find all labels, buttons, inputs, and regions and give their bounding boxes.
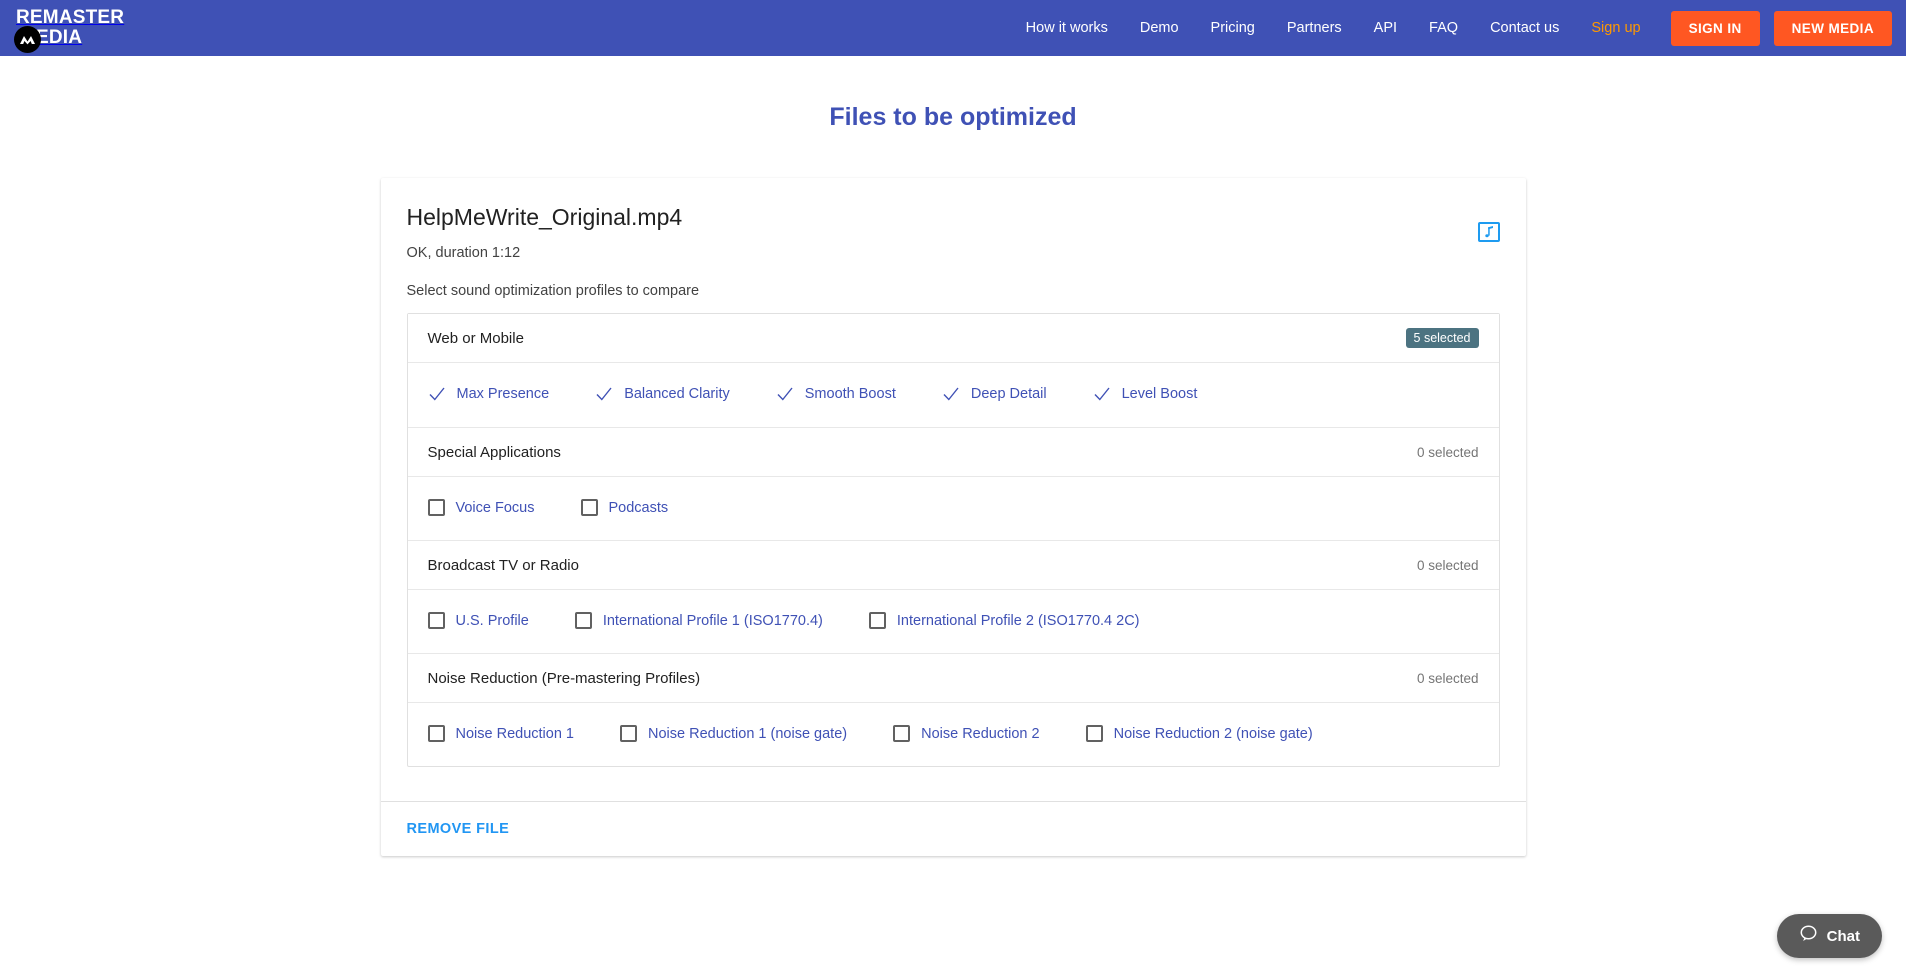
checkbox-icon [620,725,637,742]
option-max-presence[interactable]: Max Presence [428,385,550,403]
check-icon [777,387,793,401]
checkbox-icon [893,725,911,742]
option-label: Noise Reduction 2 (noise gate) [1113,725,1313,742]
option-voice-focus[interactable]: Voice Focus [427,499,535,516]
option-noise-reduction-1[interactable]: Noise Reduction 1 [427,725,575,742]
option-label: Max Presence [456,386,550,402]
file-card-footer: REMOVE FILE [380,801,1526,856]
option-deep-detail[interactable]: Deep Detail [942,385,1047,403]
sign-in-button[interactable]: SIGN IN [1670,10,1760,46]
group-title: Broadcast TV or Radio [427,556,579,574]
speech-bubble-icon [1799,924,1818,948]
group-options-noise-reduction: Noise Reduction 1 Noise Reduction 1 (noi… [407,702,1499,766]
option-noise-reduction-2-noise-gate[interactable]: Noise Reduction 2 (noise gate) [1085,725,1313,742]
nav-item-partners[interactable]: Partners [1271,20,1358,36]
file-status: OK, duration 1:12 [406,245,521,261]
option-international-profile-1[interactable]: International Profile 1 (ISO1770.4) [574,612,823,629]
option-label: Balanced Clarity [624,386,730,402]
nav-item-how-it-works[interactable]: How it works [1010,20,1124,36]
nav-item-demo[interactable]: Demo [1124,20,1195,36]
nav-item-api[interactable]: API [1358,20,1413,36]
group-options-special-applications: Voice Focus Podcasts [407,476,1499,541]
group-header-web-or-mobile[interactable]: Web or Mobile 5 selected [407,314,1499,362]
option-noise-reduction-2[interactable]: Noise Reduction 2 [893,725,1040,742]
checkbox-icon [580,499,598,516]
option-label: Noise Reduction 1 (noise gate) [648,725,848,742]
option-label: Noise Reduction 1 [455,725,575,742]
profile-groups-list: Web or Mobile 5 selected Max Presence Ba… [406,313,1500,767]
profiles-instruction: Select sound optimization profiles to co… [406,283,700,299]
option-label: Voice Focus [455,499,535,516]
option-label: Level Boost [1121,386,1198,402]
group-selected-count: 0 selected [1416,557,1479,573]
remove-file-button[interactable]: REMOVE FILE [407,821,510,837]
group-title: Noise Reduction (Pre-mastering Profiles) [427,669,701,687]
option-level-boost[interactable]: Level Boost [1093,385,1198,403]
option-international-profile-2[interactable]: International Profile 2 (ISO1770.4 2C) [868,612,1140,629]
option-label: U.S. Profile [455,612,529,629]
chat-widget-button[interactable]: Chat [1776,914,1882,958]
option-balanced-clarity[interactable]: Balanced Clarity [595,385,730,403]
group-options-broadcast-tv-or-radio: U.S. Profile International Profile 1 (IS… [407,589,1499,654]
option-podcasts[interactable]: Podcasts [580,499,669,516]
brand-logo-mark-icon [14,26,41,53]
option-label: International Profile 2 (ISO1770.4 2C) [896,612,1140,629]
group-header-broadcast-tv-or-radio[interactable]: Broadcast TV or Radio 0 selected [407,541,1499,589]
nav-item-faq[interactable]: FAQ [1413,20,1474,36]
checkbox-icon [574,612,592,629]
group-selected-count: 0 selected [1416,444,1479,460]
nav-item-sign-up[interactable]: Sign up [1575,20,1656,36]
group-title: Special Applications [427,443,561,461]
group-header-special-applications[interactable]: Special Applications 0 selected [407,428,1499,476]
check-icon [428,387,445,401]
option-label: International Profile 1 (ISO1770.4) [602,612,823,629]
option-smooth-boost[interactable]: Smooth Boost [776,385,896,403]
option-label: Smooth Boost [804,386,896,402]
option-us-profile[interactable]: U.S. Profile [427,612,529,629]
option-label: Podcasts [608,499,669,516]
brand-logo[interactable]: REMASTER EDIA [8,0,158,56]
group-title: Web or Mobile [427,329,524,347]
page-title: Files to be optimized [829,103,1077,131]
nav-item-pricing[interactable]: Pricing [1195,20,1271,36]
check-icon [596,387,612,401]
group-selected-badge: 5 selected [1405,328,1479,348]
file-name: HelpMeWrite_Original.mp4 [406,204,683,230]
file-card: HelpMeWrite_Original.mp4 OK, duration 1:… [380,178,1526,856]
nav-item-contact-us[interactable]: Contact us [1474,20,1575,36]
option-label: Noise Reduction 2 [921,725,1040,742]
music-note-icon [1477,222,1500,242]
checkbox-icon [1085,725,1103,742]
check-icon [943,387,959,401]
chat-widget-label: Chat [1826,927,1860,945]
navigation-links: How it works Demo Pricing Partners API F… [1010,10,1892,46]
checkbox-icon [427,612,445,629]
checkbox-icon [868,612,886,629]
top-navigation-bar: REMASTER EDIA How it works Demo Pricing … [0,0,1906,56]
new-media-button[interactable]: NEW MEDIA [1773,10,1892,46]
option-noise-reduction-1-noise-gate[interactable]: Noise Reduction 1 (noise gate) [620,725,847,742]
checkbox-icon [427,499,445,516]
checkbox-icon [427,725,445,742]
group-options-web-or-mobile: Max Presence Balanced Clarity Smooth Boo… [407,362,1499,428]
group-selected-count: 0 selected [1416,670,1479,686]
brand-name-line1: REMASTER [16,7,125,28]
file-card-body: HelpMeWrite_Original.mp4 OK, duration 1:… [381,178,1526,801]
option-label: Deep Detail [970,386,1047,402]
check-icon [1094,387,1110,401]
group-header-noise-reduction[interactable]: Noise Reduction (Pre-mastering Profiles)… [407,654,1499,702]
